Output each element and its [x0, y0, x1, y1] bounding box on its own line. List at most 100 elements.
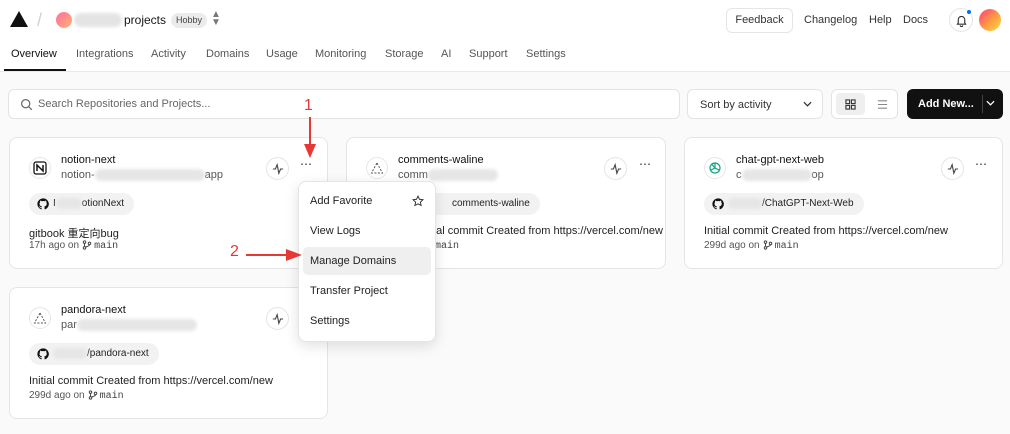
redacted-text [53, 347, 87, 359]
commit-message: Initial commit Created from https://verc… [29, 375, 273, 387]
repo-badge[interactable]: /ChatGPT-Next-Web [704, 193, 864, 215]
commit-meta: 299d ago on main [704, 240, 799, 252]
chevron-down-icon [803, 101, 812, 107]
project-name[interactable]: notion-next [61, 154, 115, 166]
repo-badge[interactable]: IotionNext [29, 193, 135, 215]
tab-monitoring[interactable]: Monitoring [315, 48, 366, 60]
tab-support[interactable]: Support [469, 48, 508, 60]
commit-meta: main [435, 240, 459, 252]
tab-usage[interactable]: Usage [266, 48, 298, 60]
project-name[interactable]: pandora-next [61, 304, 126, 316]
active-tab-indicator [4, 69, 66, 71]
activity-button[interactable] [604, 157, 627, 180]
project-name[interactable]: comments-waline [398, 154, 484, 166]
activity-pulse-icon [947, 163, 959, 175]
project-icon [704, 157, 726, 179]
menu-item-manage-domains[interactable]: Manage Domains [303, 247, 431, 275]
more-options-button[interactable]: ⋯ [300, 157, 312, 171]
project-icon [29, 307, 51, 329]
tab-ai[interactable]: AI [441, 48, 451, 60]
plan-badge: Hobby [171, 13, 208, 28]
search-box[interactable] [8, 89, 680, 119]
redacted-text [94, 169, 205, 182]
git-branch-icon [88, 390, 97, 400]
notion-logo-icon [33, 161, 47, 175]
commit-time: 299d ago on [29, 390, 85, 401]
branch-name[interactable]: main [100, 391, 124, 402]
menu-item-view-logs[interactable]: View Logs [303, 217, 431, 245]
top-navigation: / projects Hobby ▲ ▼ Feedback Changelog H… [0, 0, 1010, 72]
add-new-button[interactable]: Add New... [907, 89, 1003, 119]
project-context-menu: Add Favorite View Logs Manage Domains Tr… [298, 181, 436, 342]
notification-dot [966, 9, 972, 15]
activity-button[interactable] [266, 307, 289, 330]
sort-dropdown[interactable]: Sort by activity [687, 89, 823, 119]
project-url[interactable]: par [61, 319, 197, 332]
project-card-notion-next[interactable]: notion-next notion-app ⋯ IotionNext gitb… [9, 137, 328, 269]
tab-overview[interactable]: Overview [11, 48, 57, 60]
dashed-triangle-icon [370, 161, 384, 174]
list-view-button[interactable] [870, 93, 895, 115]
project-card-chat-gpt-next-web[interactable]: chat-gpt-next-web c op ⋯ /ChatGPT-Next-We… [684, 137, 1003, 269]
repo-badge[interactable]: /pandora-next [29, 343, 159, 365]
project-url[interactable]: comm [398, 169, 498, 182]
breadcrumb-separator: / [37, 10, 43, 30]
project-icon [366, 157, 388, 179]
project-name[interactable]: chat-gpt-next-web [736, 154, 824, 166]
chevron-up-down-icon[interactable]: ▲ ▼ [211, 10, 221, 28]
github-icon [712, 198, 724, 210]
activity-pulse-icon [272, 163, 284, 175]
list-icon [877, 100, 888, 109]
feedback-button[interactable]: Feedback [726, 8, 793, 33]
tab-activity[interactable]: Activity [151, 48, 186, 60]
add-new-label: Add New... [918, 98, 974, 110]
team-name-label[interactable]: projects [124, 13, 166, 27]
tab-domains[interactable]: Domains [206, 48, 249, 60]
redacted-text [76, 319, 197, 332]
repo-name: otionNext [81, 198, 125, 209]
project-card-pandora-next[interactable]: pandora-next par /pandora-next Initial c… [9, 287, 328, 419]
git-branch-icon [82, 240, 92, 250]
team-avatar[interactable] [56, 12, 72, 28]
commit-meta: 17h ago on main [29, 240, 118, 252]
commit-message: Initial commit Created from https://verc… [704, 225, 948, 237]
help-link[interactable]: Help [869, 14, 892, 26]
menu-item-add-favorite[interactable]: Add Favorite [303, 187, 431, 215]
commit-meta: 299d ago on main [29, 390, 124, 402]
branch-name[interactable]: main [775, 241, 799, 252]
star-icon [412, 195, 424, 207]
user-avatar[interactable] [979, 9, 1001, 31]
branch-name[interactable]: main [94, 241, 118, 252]
repo-name: /ChatGPT-Next-Web [762, 198, 854, 209]
search-icon [21, 99, 33, 111]
grid-view-button[interactable] [836, 93, 865, 115]
changelog-link[interactable]: Changelog [804, 14, 857, 26]
branch-name[interactable]: main [435, 241, 459, 252]
grid-icon [845, 99, 856, 110]
add-new-divider [982, 95, 983, 113]
repo-name: /pandora-next [87, 348, 149, 359]
commit-time: 17h ago on [29, 240, 80, 251]
search-input[interactable] [38, 95, 638, 113]
team-name-redacted [74, 13, 122, 27]
more-options-button[interactable]: ⋯ [639, 157, 651, 171]
activity-button[interactable] [941, 157, 964, 180]
project-url[interactable]: c op [736, 169, 824, 182]
docs-link[interactable]: Docs [903, 14, 928, 26]
more-options-button[interactable]: ⋯ [975, 157, 987, 171]
project-url[interactable]: notion-app [61, 169, 223, 182]
tab-settings[interactable]: Settings [526, 48, 566, 60]
tab-storage[interactable]: Storage [385, 48, 424, 60]
menu-item-settings[interactable]: Settings [303, 307, 431, 335]
openai-logo-icon [709, 162, 721, 174]
github-icon [37, 198, 49, 210]
vercel-logo-icon[interactable] [10, 11, 28, 27]
project-icon [29, 157, 51, 179]
redacted-text [741, 169, 812, 182]
annotation-step-1: 1 [304, 97, 313, 114]
menu-item-transfer-project[interactable]: Transfer Project [303, 277, 431, 305]
tab-integrations[interactable]: Integrations [76, 48, 133, 60]
activity-pulse-icon [272, 313, 284, 325]
redacted-text [728, 197, 762, 209]
activity-button[interactable] [266, 157, 289, 180]
